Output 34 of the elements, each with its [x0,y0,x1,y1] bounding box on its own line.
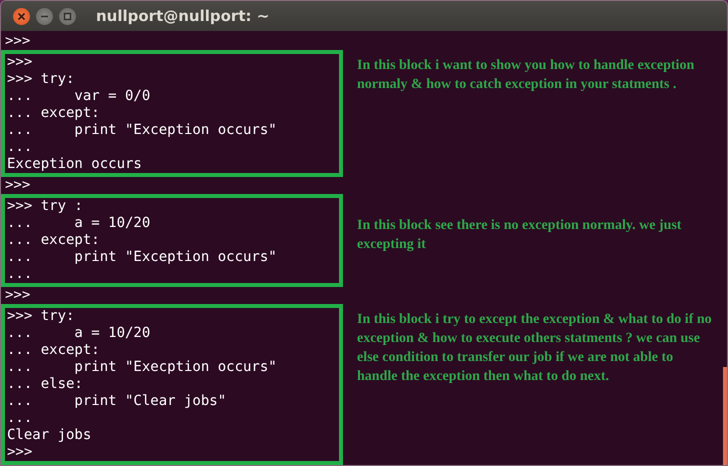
terminal-line: >>> try: [7,308,76,325]
terminal-line: >>> [5,287,32,304]
terminal-line: ... print "Clear jobs" [7,393,228,410]
terminal-line: >>> [7,444,34,461]
terminal-line: ... a = 10/20 [7,215,152,232]
terminal-line: ... except: [7,342,101,359]
terminal-line: ... print "Execption occurs" [7,359,278,376]
square-icon [63,12,72,20]
annotation-text: In this block i want to show you how to handle exception normaly & how to catch exception in your statments . [357,57,696,94]
terminal-line: ... var = 0/0 [7,88,152,105]
terminal-line: ... except: [7,105,101,122]
close-button[interactable] [13,8,30,24]
terminal-line: ... print "Exception occurs" [7,122,278,139]
terminal-line: >>> try : [7,198,84,215]
window-title: nullport@nullport: ~ [96,7,270,25]
terminal-line: >>> try: [7,71,76,88]
minimize-button[interactable] [36,8,53,24]
maximize-button[interactable] [59,8,76,24]
annotation-text: In this block i try to except the exception & what to do if no exception & how to execute others statments ? we can use else condition to transfer our job if we are not able to handle the exception then what to do next. [357,311,712,386]
close-icon [17,12,26,20]
terminal-line: ... [7,139,34,156]
terminal-line: ... else: [7,376,84,393]
scrollbar[interactable] [723,367,727,465]
annotation-text: In this block see there is no exception normaly. we just excepting it [357,217,682,254]
terminal-line: Exception occurs [7,156,143,173]
terminal-line: ... [7,266,34,283]
terminal-line: >>> [5,33,32,50]
terminal-line: ... except: [7,232,101,249]
terminal-line: ... a = 10/20 [7,325,152,342]
terminal-line: ... print "Exception occurs" [7,249,278,266]
terminal-line: >>> [7,54,34,71]
terminal-line: ... [7,410,34,427]
terminal-line: Clear jobs [7,427,92,444]
terminal-line: >>> [5,177,32,194]
